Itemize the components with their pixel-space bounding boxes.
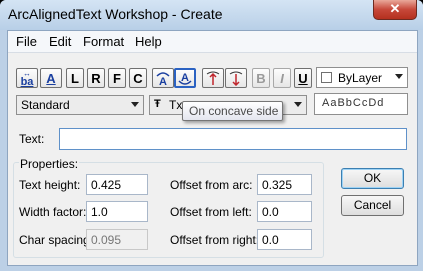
- reverse-label: ba: [20, 76, 34, 88]
- menu-bar: File Edit Format Help: [8, 31, 417, 53]
- outward-arrow-icon: [206, 71, 220, 85]
- char-spacing-label: Char spacing:: [19, 233, 94, 247]
- chevron-down-icon: [131, 102, 139, 107]
- menu-file[interactable]: File: [16, 34, 37, 49]
- offset-arc-label: Offset from arc:: [170, 178, 253, 192]
- tooltip: On concave side: [182, 101, 283, 121]
- properties-heading: Properties:: [19, 157, 80, 171]
- truetype-icon: Ŧ: [154, 98, 161, 110]
- offset-left-input[interactable]: 0.0: [257, 201, 312, 222]
- align-center-button[interactable]: C: [129, 68, 147, 88]
- convex-side-icon: A: [156, 72, 170, 86]
- menu-format[interactable]: Format: [83, 34, 124, 49]
- font-preview: AaBbCcDd: [314, 93, 408, 115]
- underline-button[interactable]: U: [294, 68, 312, 88]
- color-value: ByLayer: [338, 71, 383, 85]
- menu-help[interactable]: Help: [135, 34, 162, 49]
- underline-text-button[interactable]: A: [40, 68, 62, 88]
- color-combo[interactable]: ByLayer: [316, 67, 408, 88]
- style-combo[interactable]: Standard: [16, 95, 144, 115]
- title-bar[interactable]: ArcAlignedText Workshop - Create ✕: [0, 0, 423, 30]
- width-factor-label: Width factor:: [19, 205, 87, 219]
- preview-text: AaBbCcDd: [322, 97, 385, 109]
- char-spacing-input[interactable]: 0.095: [86, 229, 148, 250]
- chevron-down-icon: [395, 74, 403, 79]
- inward-button[interactable]: [225, 68, 247, 88]
- convex-side-button[interactable]: A: [152, 68, 174, 88]
- style-value: Standard: [21, 98, 70, 112]
- chevron-down-icon: [294, 102, 302, 107]
- svg-text:A: A: [159, 76, 167, 86]
- offset-arc-input[interactable]: 0.325: [257, 174, 312, 195]
- concave-side-icon: A: [178, 72, 192, 85]
- concave-side-button[interactable]: A: [174, 68, 196, 88]
- window-title: ArcAlignedText Workshop - Create: [8, 6, 223, 22]
- offset-right-input[interactable]: 0.0: [257, 229, 312, 250]
- bold-button[interactable]: B: [252, 68, 270, 88]
- text-label: Text:: [19, 132, 45, 146]
- dialog-window: ArcAlignedText Workshop - Create ✕ File …: [0, 0, 423, 271]
- width-factor-input[interactable]: 1.0: [86, 201, 148, 222]
- italic-button[interactable]: I: [273, 68, 291, 88]
- text-height-label: Text height:: [19, 178, 81, 192]
- client-area: File Edit Format Help ↔ ba A L R F C A A…: [7, 30, 418, 266]
- fit-button[interactable]: F: [108, 68, 126, 88]
- close-button[interactable]: ✕: [373, 0, 417, 20]
- offset-right-label: Offset from right:: [170, 233, 260, 247]
- menu-edit[interactable]: Edit: [49, 34, 71, 49]
- inward-arrow-icon: [229, 71, 243, 86]
- offset-left-label: Offset from left:: [170, 205, 252, 219]
- outward-button[interactable]: [202, 68, 224, 88]
- align-left-button[interactable]: L: [66, 68, 84, 88]
- cancel-button[interactable]: Cancel: [341, 195, 404, 216]
- ok-button[interactable]: OK: [341, 168, 404, 189]
- align-right-button[interactable]: R: [87, 68, 105, 88]
- svg-text:A: A: [181, 72, 189, 84]
- text-input[interactable]: [59, 128, 407, 150]
- color-swatch: [321, 72, 332, 83]
- reverse-text-button[interactable]: ↔ ba: [16, 68, 38, 88]
- text-height-input[interactable]: 0.425: [86, 174, 148, 195]
